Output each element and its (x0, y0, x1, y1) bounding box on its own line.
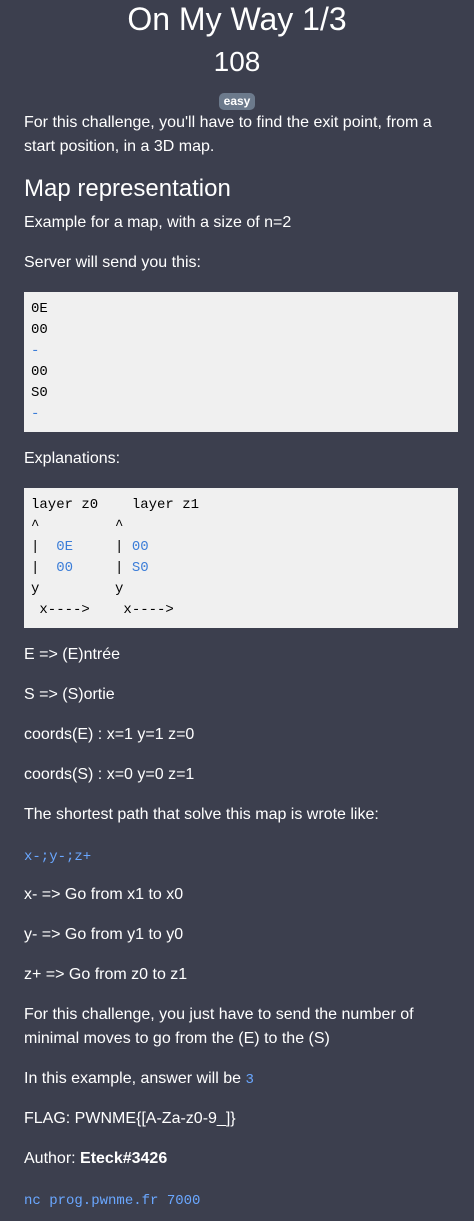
code-line: ^ ^ (31, 518, 124, 534)
code-seg: S0 (131, 560, 149, 576)
code-seg: | (73, 560, 132, 576)
nc-command: nc prog.pwnme.fr 7000 (24, 1193, 201, 1209)
challenge-title: On My Way 1/3 (127, 1, 347, 37)
code-seg: 00 (131, 539, 149, 555)
code-seg: | (73, 539, 132, 555)
entry-definition: E => (E)ntrée (24, 646, 121, 663)
code-line: - (31, 406, 40, 422)
explanation-code-block: layer z0 layer z1 ^ ^ | 0E | 00 | 00 | S… (24, 488, 458, 628)
code-line: 0E (31, 301, 48, 317)
answer-line: In this example, answer will be 3 (24, 1067, 454, 1092)
code-line: 00 (31, 364, 48, 380)
server-code-block: 0E 00 - 00 S0 - (24, 292, 458, 432)
x-move: x- => Go from x1 to x0 (24, 886, 184, 903)
code-seg: 00 (56, 560, 74, 576)
code-seg: | (31, 539, 57, 555)
path-intro: The shortest path that solve this map is… (24, 806, 379, 823)
coords-exit: coords(S) : x=0 y=0 z=1 (24, 766, 195, 783)
example-text: Example for a map, with a size of n=2 (24, 214, 292, 231)
author-prefix: Author: (24, 1150, 81, 1167)
answer-prefix: In this example, answer will be (24, 1070, 246, 1087)
code-line: y y (31, 581, 124, 597)
difficulty-badge: easy (218, 93, 256, 110)
code-line: x----> x----> (31, 602, 174, 618)
server-text: Server will send you this: (24, 254, 201, 271)
path-code: x-;y-;z+ (24, 849, 92, 865)
code-line: layer z0 layer z1 (31, 497, 200, 513)
coords-entry: coords(E) : x=1 y=1 z=0 (24, 726, 195, 743)
author-name: Eteck#3426 (80, 1150, 168, 1167)
intro-text: For this challenge, you'll have to find … (24, 114, 432, 155)
challenge-points: 108 (213, 46, 261, 77)
z-move: z+ => Go from z0 to z1 (24, 966, 188, 983)
section-heading: Map representation (24, 175, 231, 202)
difficulty-badge-container: easy (0, 92, 474, 110)
code-line: 00 (31, 322, 48, 338)
answer-value: 3 (245, 1072, 254, 1088)
code-line: S0 (31, 385, 48, 401)
task-text: For this challenge, you just have to sen… (24, 1006, 414, 1047)
flag-format: FLAG: PWNME{[A-Za-z0-9_]} (24, 1110, 236, 1127)
code-seg: 0E (56, 539, 74, 555)
y-move: y- => Go from y1 to y0 (24, 926, 184, 943)
code-line: - (31, 343, 40, 359)
explanations-label: Explanations: (24, 450, 121, 467)
code-line: | 00 | S0 (31, 558, 451, 579)
exit-definition: S => (S)ortie (24, 686, 115, 703)
code-seg: | (31, 560, 57, 576)
code-line: | 0E | 00 (31, 537, 451, 558)
author-line: Author: Eteck#3426 (24, 1147, 454, 1171)
